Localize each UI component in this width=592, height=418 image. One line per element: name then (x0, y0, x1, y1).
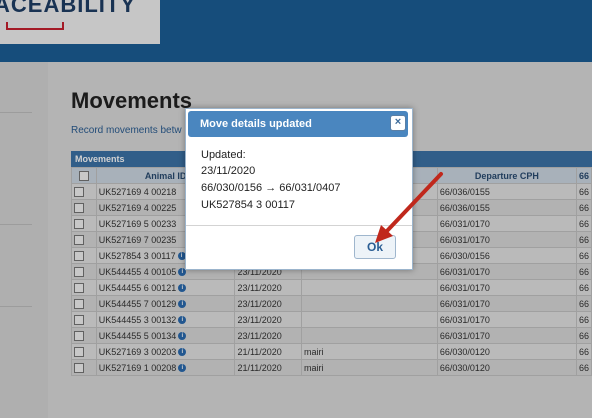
arrow-shaft (384, 172, 443, 234)
arrow-annotation (375, 172, 443, 243)
